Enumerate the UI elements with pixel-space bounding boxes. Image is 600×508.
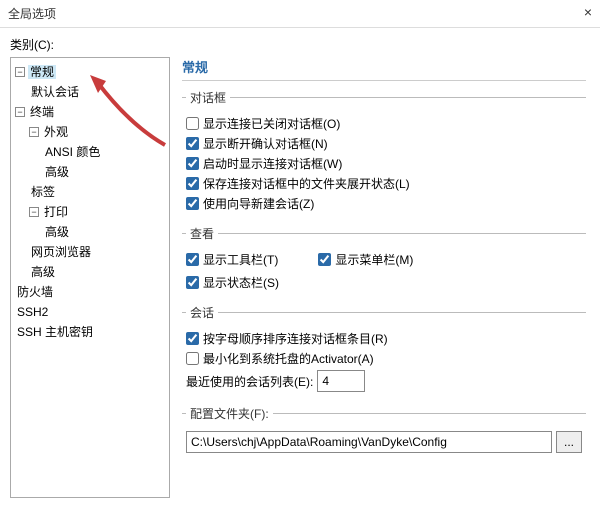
browse-button[interactable]: ... (556, 431, 582, 453)
collapse-icon[interactable]: − (15, 107, 25, 117)
dialog-section: 对话框 显示连接已关闭对话框(O) 显示断开确认对话框(N) 启动时显示连接对话… (182, 89, 586, 217)
show-closed-checkbox[interactable] (186, 117, 199, 130)
category-tree[interactable]: −常规 默认会话 −终端 −外观 ANSI 颜色 高级 标签 −打印 高级 网页… (10, 57, 170, 498)
tree-label: 默认会话 (29, 85, 81, 99)
recent-label: 最近使用的会话列表(E): (186, 373, 313, 390)
tree-item-web-browser[interactable]: 网页浏览器 (29, 242, 167, 262)
section-label: 会话 (186, 304, 218, 321)
show-connect-startup-checkbox[interactable] (186, 157, 199, 170)
page-title: 常规 (182, 57, 586, 81)
close-icon[interactable]: × (584, 4, 592, 20)
checkbox-label: 显示菜单栏(M) (335, 251, 413, 268)
tree-item-ssh2[interactable]: SSH2 (15, 302, 167, 322)
tree-item-ansi-color[interactable]: ANSI 颜色 (43, 142, 167, 162)
tree-item-default-session[interactable]: 默认会话 (29, 82, 167, 102)
section-label: 配置文件夹(F): (186, 405, 273, 422)
tree-item-terminal[interactable]: −终端 −外观 ANSI 颜色 高级 标签 −打印 高级 网页浏览器 高级 (15, 102, 167, 282)
checkbox-label: 启动时显示连接对话框(W) (203, 155, 342, 172)
show-menubar-checkbox[interactable] (318, 253, 331, 266)
tree-item-general[interactable]: −常规 默认会话 (15, 62, 167, 102)
save-expand-state-checkbox[interactable] (186, 177, 199, 190)
config-folder-input[interactable] (186, 431, 552, 453)
tree-item-appearance[interactable]: −外观 ANSI 颜色 高级 (29, 122, 167, 182)
tree-label: 高级 (29, 265, 57, 279)
collapse-icon[interactable]: − (29, 127, 39, 137)
tree-item-print[interactable]: −打印 高级 (29, 202, 167, 242)
recent-count-input[interactable] (317, 370, 365, 392)
tree-item-firewall[interactable]: 防火墙 (15, 282, 167, 302)
window-title: 全局选项 (8, 5, 56, 22)
section-label: 查看 (186, 225, 218, 242)
checkbox-label: 使用向导新建会话(Z) (203, 195, 314, 212)
tree-label: 防火墙 (15, 285, 55, 299)
checkbox-label: 显示工具栏(T) (203, 251, 278, 268)
collapse-icon[interactable]: − (15, 67, 25, 77)
collapse-icon[interactable]: − (29, 207, 39, 217)
config-section: 配置文件夹(F): ... (182, 405, 586, 458)
checkbox-label: 显示状态栏(S) (203, 274, 279, 291)
category-label: 类别(C): (0, 28, 600, 57)
use-wizard-checkbox[interactable] (186, 197, 199, 210)
titlebar: 全局选项 × (0, 0, 600, 28)
tree-label: 网页浏览器 (29, 245, 93, 259)
tree-label: 常规 (28, 65, 56, 79)
checkbox-label: 最小化到系统托盘的Activator(A) (203, 350, 374, 367)
tree-label: 标签 (29, 185, 57, 199)
content-panel: 常规 对话框 显示连接已关闭对话框(O) 显示断开确认对话框(N) 启动时显示连… (178, 57, 590, 498)
tree-label: SSH2 (15, 305, 50, 319)
checkbox-label: 显示断开确认对话框(N) (203, 135, 328, 152)
checkbox-label: 显示连接已关闭对话框(O) (203, 115, 340, 132)
show-statusbar-checkbox[interactable] (186, 276, 199, 289)
tree-label: 高级 (43, 225, 71, 239)
view-section: 查看 显示工具栏(T) 显示菜单栏(M) 显示状态栏(S) (182, 225, 586, 296)
tree-item-advanced[interactable]: 高级 (43, 222, 167, 242)
tree-label: 高级 (43, 165, 71, 179)
tree-item-advanced[interactable]: 高级 (29, 262, 167, 282)
minimize-tray-checkbox[interactable] (186, 352, 199, 365)
session-section: 会话 按字母顺序排序连接对话框条目(R) 最小化到系统托盘的Activator(… (182, 304, 586, 397)
section-label: 对话框 (186, 89, 230, 106)
checkbox-label: 保存连接对话框中的文件夹展开状态(L) (203, 175, 410, 192)
tree-label: 打印 (42, 205, 70, 219)
tree-label: ANSI 颜色 (43, 145, 102, 159)
show-toolbar-checkbox[interactable] (186, 253, 199, 266)
tree-item-advanced[interactable]: 高级 (43, 162, 167, 182)
tree-item-tabs[interactable]: 标签 (29, 182, 167, 202)
tree-item-ssh-hostkey[interactable]: SSH 主机密钥 (15, 322, 167, 342)
tree-label: 外观 (42, 125, 70, 139)
checkbox-label: 按字母顺序排序连接对话框条目(R) (203, 330, 388, 347)
sort-alpha-checkbox[interactable] (186, 332, 199, 345)
tree-label: SSH 主机密钥 (15, 325, 95, 339)
tree-label: 终端 (28, 105, 56, 119)
show-disconnect-checkbox[interactable] (186, 137, 199, 150)
